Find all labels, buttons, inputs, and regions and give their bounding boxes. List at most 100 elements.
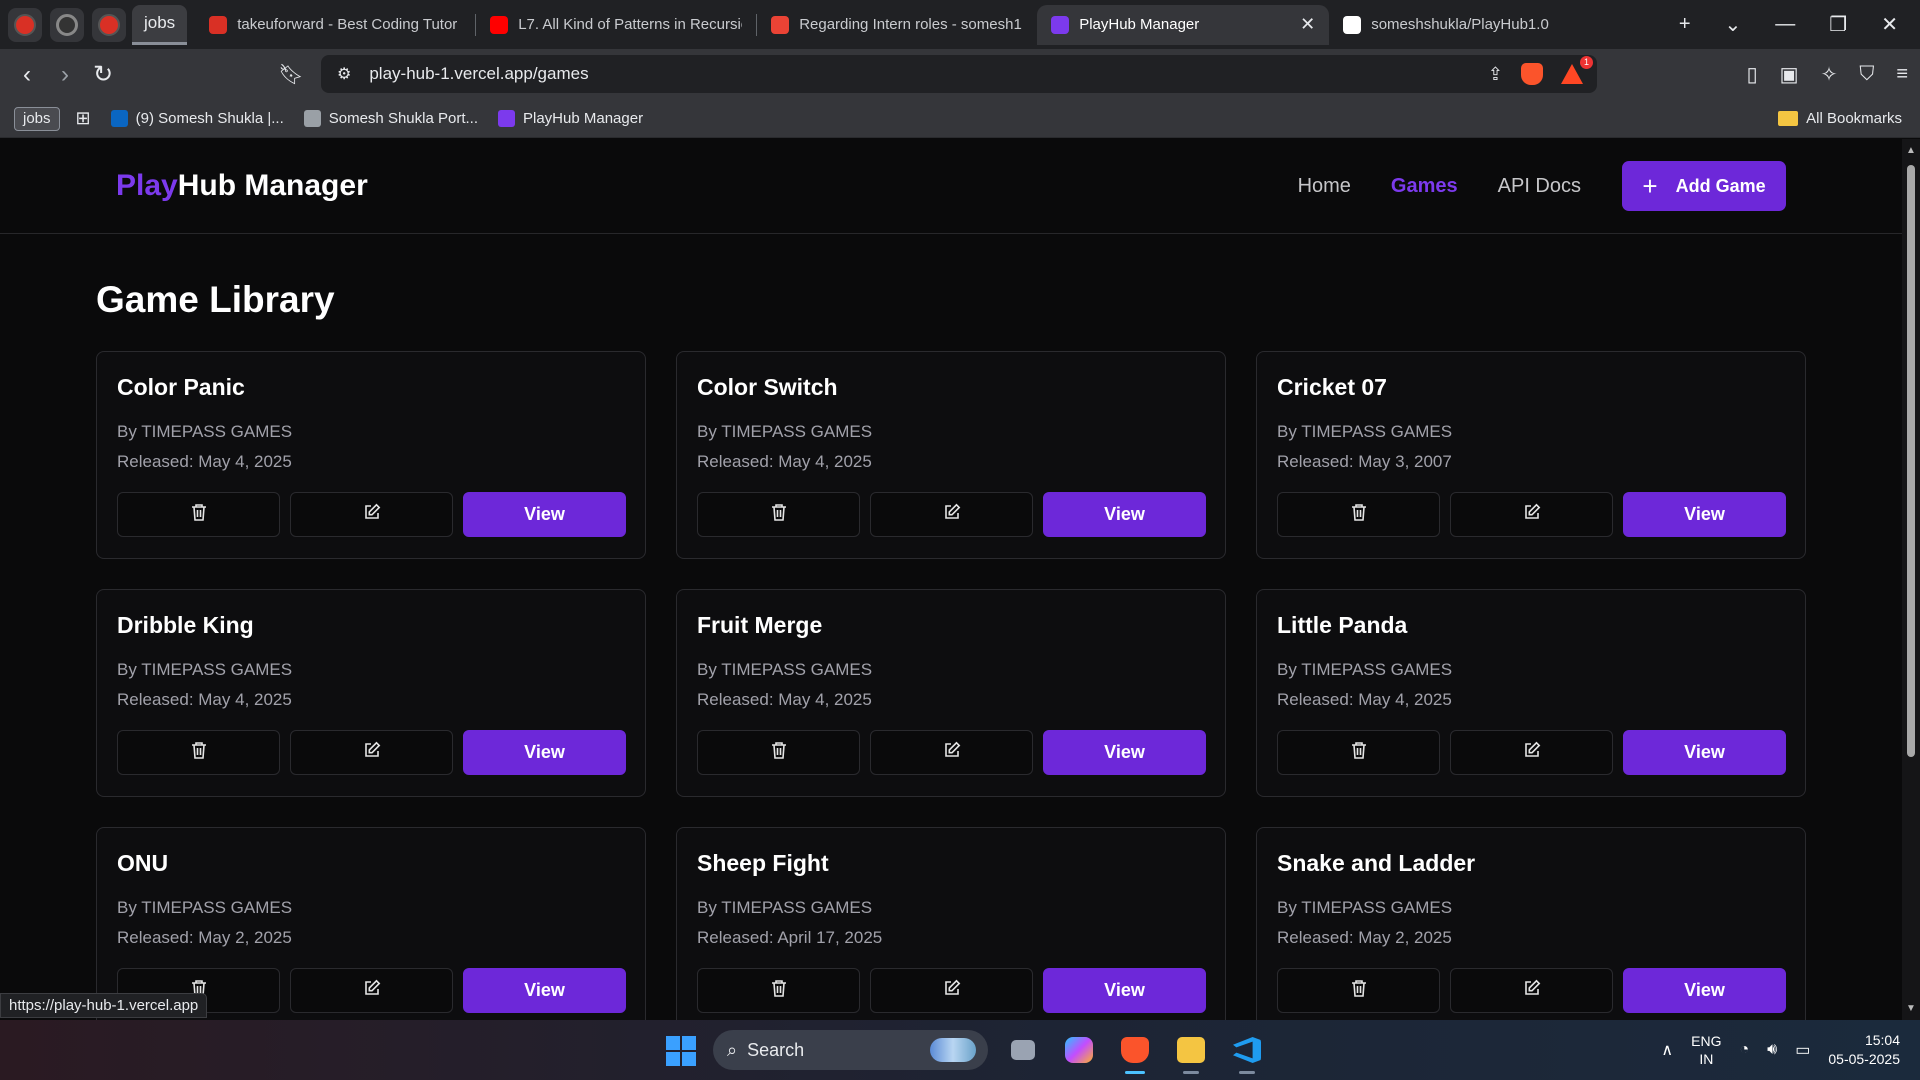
edit-game-button[interactable] xyxy=(870,730,1033,775)
minimize-icon[interactable]: — xyxy=(1775,13,1795,36)
edit-game-button[interactable] xyxy=(1450,968,1613,1013)
copilot-button[interactable] xyxy=(1058,1030,1100,1070)
leo-ai-icon[interactable]: ✧ xyxy=(1821,62,1838,87)
delete-game-button[interactable] xyxy=(117,730,280,775)
back-icon[interactable]: ‹ xyxy=(8,61,46,89)
tab-favicon-icon xyxy=(1051,15,1070,34)
vpn-icon[interactable]: ⛉ xyxy=(1859,63,1874,86)
close-window-icon[interactable]: ✕ xyxy=(1881,12,1898,37)
view-game-button[interactable]: View xyxy=(1043,492,1206,537)
taskbar-search[interactable]: ⌕ Search xyxy=(713,1030,988,1070)
omnibox[interactable]: ⚙ play-hub-1.vercel.app/games ⇪ 1 xyxy=(321,55,1597,93)
bookmark-item[interactable]: (9) Somesh Shukla |... xyxy=(110,110,284,127)
taskbar-search-label: Search xyxy=(747,1039,805,1060)
scrollbar-thumb[interactable] xyxy=(1907,165,1915,757)
scroll-up-icon[interactable]: ▲ xyxy=(1906,145,1916,156)
view-game-button[interactable]: View xyxy=(463,968,626,1013)
file-explorer-button[interactable] xyxy=(1170,1030,1212,1074)
tab-favicon-icon xyxy=(1343,15,1362,34)
language-indicator[interactable]: ENG IN xyxy=(1691,1032,1721,1068)
browser-tab[interactable]: someshshukla/PlayHub1.0 xyxy=(1329,5,1609,45)
tray-chevron-icon[interactable]: ∧ xyxy=(1661,1040,1673,1060)
pinned-tab-youtube[interactable] xyxy=(92,7,126,42)
bookmark-group-chip[interactable]: jobs xyxy=(14,106,60,131)
edit-game-button[interactable] xyxy=(1450,492,1613,537)
forward-icon[interactable]: › xyxy=(46,61,84,89)
youtube-icon xyxy=(98,13,120,36)
bookmarks-bar: jobs ⊞ (9) Somesh Shukla |... Somesh Shu… xyxy=(0,100,1920,138)
bookmark-item[interactable]: PlayHub Manager xyxy=(498,110,643,127)
page-scrollbar[interactable]: ▲ ▼ xyxy=(1902,139,1920,1020)
edit-game-button[interactable] xyxy=(290,492,453,537)
taskbar-clock[interactable]: 15:04 05-05-2025 xyxy=(1828,1031,1900,1069)
volume-icon[interactable]: 🔊︎ xyxy=(1767,1041,1777,1059)
all-bookmarks[interactable]: All Bookmarks xyxy=(1778,110,1902,127)
game-card: Sheep Fight By TIMEPASS GAMES Released: … xyxy=(676,827,1226,1020)
reload-icon[interactable]: ↻ xyxy=(84,60,122,89)
menu-icon[interactable]: ≡ xyxy=(1896,63,1908,86)
wifi-icon[interactable]: ◔ xyxy=(1739,1041,1749,1059)
edit-game-button[interactable] xyxy=(290,968,453,1013)
view-game-button[interactable]: View xyxy=(1623,492,1786,537)
edit-game-button[interactable] xyxy=(870,968,1033,1013)
view-game-button[interactable]: View xyxy=(1623,730,1786,775)
scroll-down-icon[interactable]: ▼ xyxy=(1906,1003,1916,1014)
wallet-icon[interactable]: ▣ xyxy=(1780,62,1799,87)
view-game-button[interactable]: View xyxy=(1043,968,1206,1013)
vscode-button[interactable] xyxy=(1226,1030,1268,1074)
sidebar-icon[interactable]: ▯ xyxy=(1747,62,1758,87)
task-view-button[interactable] xyxy=(1002,1030,1044,1070)
edit-game-button[interactable] xyxy=(1450,730,1613,775)
view-game-button[interactable]: View xyxy=(1043,730,1206,775)
tab-group-chip[interactable]: jobs xyxy=(132,4,188,45)
game-title: ONU xyxy=(117,850,169,876)
edit-game-button[interactable] xyxy=(290,730,453,775)
bookmark-icon[interactable]: 🔖︎ xyxy=(272,62,310,87)
url-text[interactable]: play-hub-1.vercel.app/games xyxy=(369,64,588,84)
pinned-tab-recorder[interactable] xyxy=(50,7,84,42)
browser-tab[interactable]: takeuforward - Best Coding Tutor xyxy=(195,5,475,45)
restore-icon[interactable]: ❐ xyxy=(1829,12,1847,37)
view-game-button[interactable]: View xyxy=(463,730,626,775)
nav-games-link[interactable]: Games xyxy=(1391,175,1458,198)
delete-game-button[interactable] xyxy=(1277,730,1440,775)
nav-api-docs-link[interactable]: API Docs xyxy=(1498,175,1581,198)
folder-icon xyxy=(1177,1037,1205,1063)
game-release-date: Released: May 3, 2007 xyxy=(1277,452,1452,471)
tab-search-chevron-icon[interactable]: ⌄ xyxy=(1725,12,1742,37)
site-logo[interactable]: PlayHub Manager xyxy=(116,169,368,203)
start-button[interactable] xyxy=(666,1036,696,1066)
pinned-tab-takeuforward[interactable] xyxy=(8,7,42,42)
apps-grid-icon[interactable]: ⊞ xyxy=(76,108,91,129)
bookmark-favicon-icon xyxy=(498,110,515,127)
tab-title: takeuforward - Best Coding Tutor xyxy=(237,16,458,33)
nav-home-link[interactable]: Home xyxy=(1298,175,1351,198)
add-game-label: Add Game xyxy=(1675,175,1766,196)
browser-tab[interactable]: L7. All Kind of Patterns in Recursio xyxy=(476,5,756,45)
bookmark-item[interactable]: Somesh Shukla Port... xyxy=(303,110,478,127)
brave-rewards-icon[interactable]: 1 xyxy=(1561,56,1593,84)
delete-game-button[interactable] xyxy=(697,492,860,537)
browser-tab-strip: jobs takeuforward - Best Coding Tutor L7… xyxy=(0,0,1920,49)
delete-game-button[interactable] xyxy=(1277,492,1440,537)
edit-game-button[interactable] xyxy=(870,492,1033,537)
view-game-button[interactable]: View xyxy=(1623,968,1786,1013)
site-settings-icon[interactable]: ⚙ xyxy=(337,64,351,84)
delete-game-button[interactable] xyxy=(697,730,860,775)
add-game-button[interactable]: + Add Game xyxy=(1622,161,1786,211)
battery-icon[interactable]: ▭ xyxy=(1795,1040,1810,1060)
close-tab-icon[interactable]: ✕ xyxy=(1300,14,1315,35)
edit-icon xyxy=(1523,503,1541,526)
view-game-button[interactable]: View xyxy=(463,492,626,537)
delete-game-button[interactable] xyxy=(697,968,860,1013)
new-tab-icon[interactable]: + xyxy=(1679,13,1691,36)
delete-game-button[interactable] xyxy=(1277,968,1440,1013)
brave-shields-icon[interactable] xyxy=(1521,63,1543,85)
game-card: Dribble King By TIMEPASS GAMES Released:… xyxy=(96,589,646,797)
brave-taskbar-button[interactable] xyxy=(1114,1030,1156,1074)
share-icon[interactable]: ⇪ xyxy=(1488,64,1503,85)
record-icon xyxy=(56,13,78,36)
browser-tab[interactable]: PlayHub Manager ✕ xyxy=(1037,4,1330,45)
delete-game-button[interactable] xyxy=(117,492,280,537)
browser-tab[interactable]: Regarding Intern roles - somesh1 xyxy=(757,5,1037,45)
